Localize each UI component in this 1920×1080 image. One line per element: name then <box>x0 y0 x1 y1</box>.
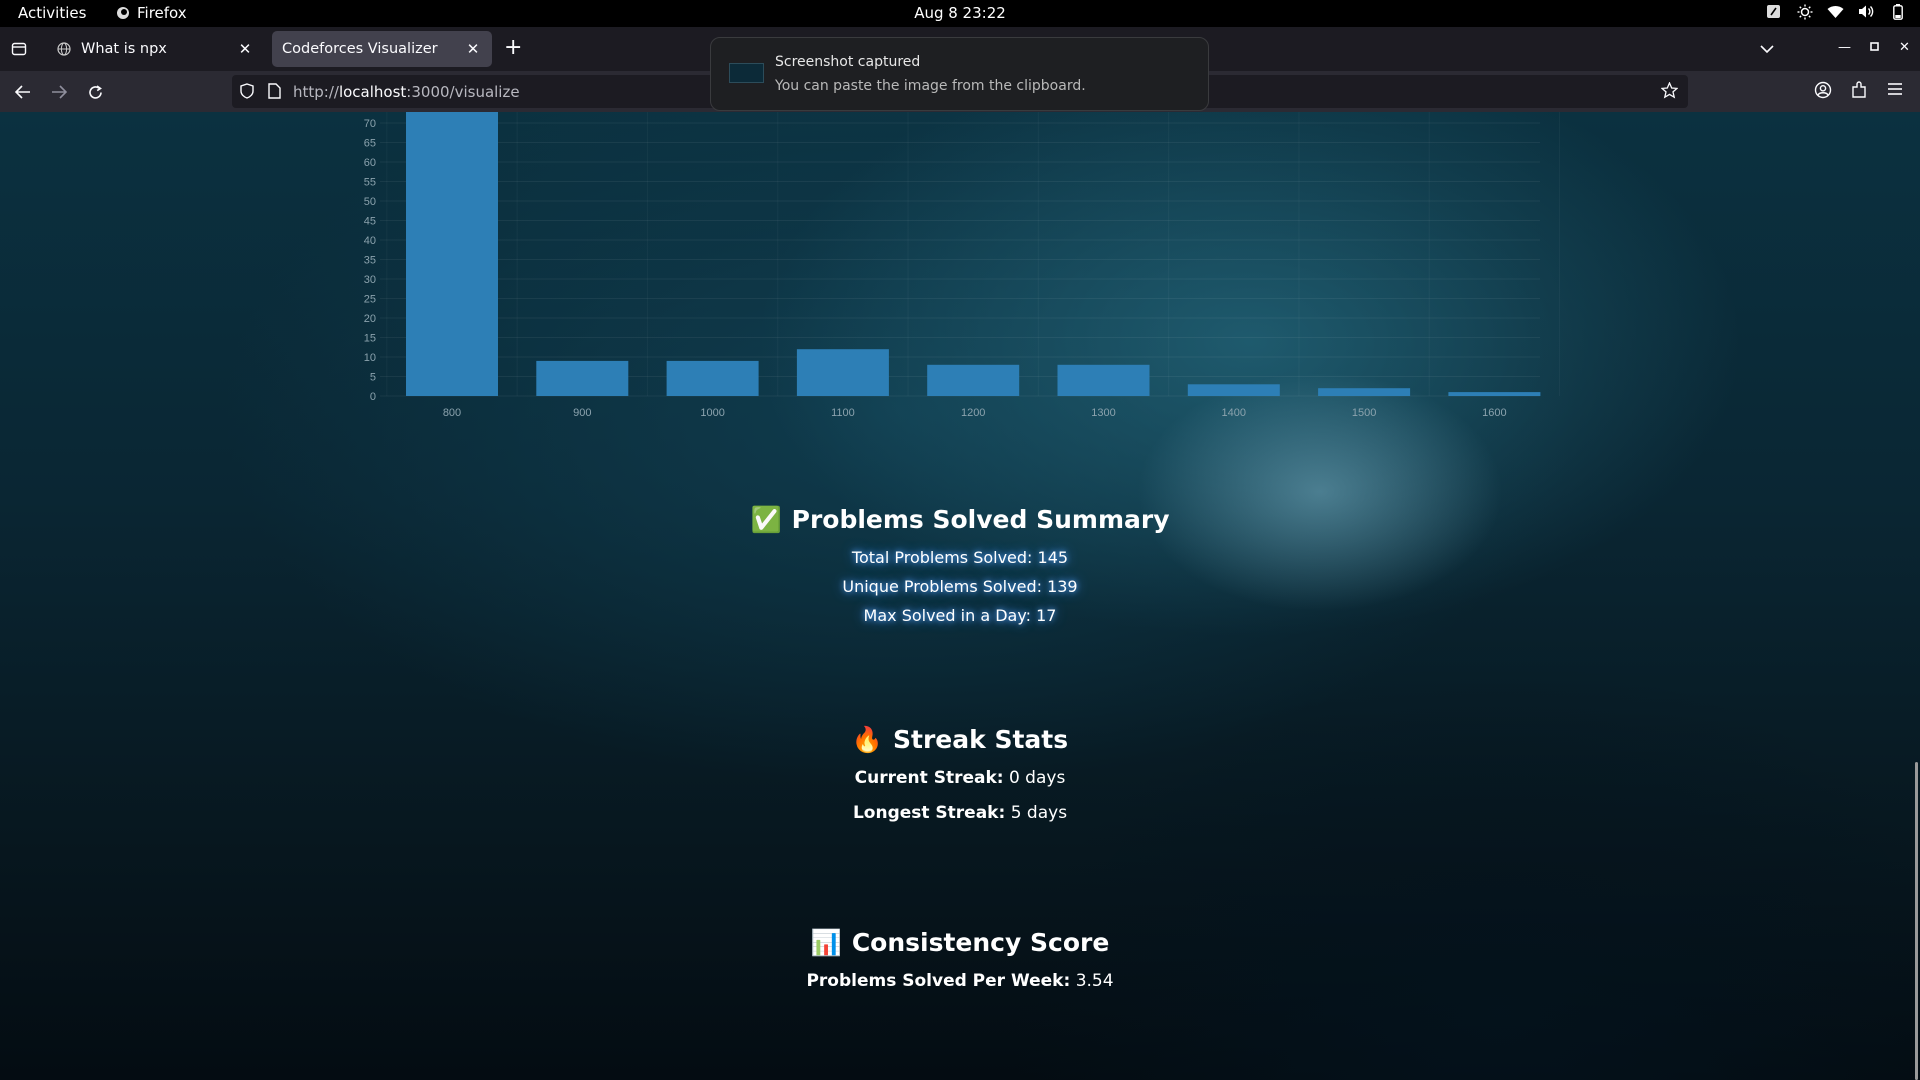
x-tick-label: 800 <box>443 407 461 419</box>
x-tick-label: 1500 <box>1352 407 1376 419</box>
max-solved-in-a-day: Max Solved in a Day: 17 <box>863 606 1057 625</box>
y-tick-label: 10 <box>364 352 376 364</box>
x-tick-label: 1400 <box>1222 407 1246 419</box>
y-tick-label: 45 <box>364 216 376 228</box>
list-all-tabs-icon[interactable] <box>1760 39 1774 58</box>
y-tick-label: 25 <box>364 294 376 306</box>
y-tick-label: 20 <box>364 313 376 325</box>
fire-icon: 🔥 <box>851 725 884 754</box>
volume-icon[interactable] <box>1858 3 1875 20</box>
y-tick-label: 0 <box>370 391 376 403</box>
y-tick-label: 55 <box>364 177 376 189</box>
tab-codeforces-visualizer[interactable]: Codeforces Visualizer ✕ <box>272 31 492 67</box>
summary-section: ✅ Problems Solved Summary Total Problems … <box>0 505 1920 630</box>
page-scrollbar[interactable] <box>1915 762 1918 1080</box>
minimize-icon[interactable]: — <box>1838 40 1851 55</box>
y-tick-label: 65 <box>364 138 376 150</box>
x-tick-label: 1000 <box>700 407 724 419</box>
current-streak: Current Streak: 0 days <box>0 761 1920 796</box>
y-tick-label: 60 <box>364 157 376 169</box>
x-tick-label: 1600 <box>1482 407 1506 419</box>
notification-title: Screenshot captured <box>775 54 921 70</box>
unique-problems-solved: Unique Problems Solved: 139 <box>842 577 1078 596</box>
brightness-icon[interactable] <box>1796 3 1813 20</box>
consistency-section: 📊 Consistency Score Problems Solved Per W… <box>0 928 1920 999</box>
firefox-view-icon[interactable] <box>8 38 30 60</box>
current-streak-value: 0 days <box>1003 768 1066 788</box>
streak-heading: 🔥 Streak Stats <box>0 725 1920 755</box>
back-icon[interactable] <box>12 81 34 103</box>
bar-1000[interactable] <box>666 360 759 396</box>
y-tick-label: 40 <box>364 235 376 247</box>
account-icon[interactable] <box>1814 81 1832 103</box>
menu-hamburger-icon[interactable] <box>1887 81 1903 100</box>
x-tick-label: 900 <box>573 407 591 419</box>
close-tab-icon[interactable]: ✕ <box>236 40 254 58</box>
longest-streak-value: 5 days <box>1005 803 1068 823</box>
url-host: localhost <box>338 83 407 101</box>
tab-what-is-npx[interactable]: What is npx ✕ <box>46 31 264 67</box>
system-top-bar: Activities Firefox Aug 8 23:22 <box>0 0 1920 27</box>
tab-label: What is npx <box>81 41 167 57</box>
y-tick-label: 50 <box>364 196 376 208</box>
y-tick-label: 70 <box>364 118 376 130</box>
screenshot-notification[interactable]: Screenshot captured You can paste the im… <box>710 37 1209 111</box>
forward-icon[interactable] <box>48 81 70 103</box>
close-window-icon[interactable]: ✕ <box>1899 40 1910 55</box>
bookmark-star-icon[interactable] <box>1660 81 1679 103</box>
streak-section: 🔥 Streak Stats Current Streak: 0 days Lon… <box>0 725 1920 831</box>
y-tick-label: 15 <box>364 333 376 345</box>
reload-icon[interactable] <box>84 81 106 103</box>
battery-icon[interactable] <box>1889 3 1906 20</box>
x-tick-label: 1200 <box>961 407 985 419</box>
current-streak-label: Current Streak: <box>854 768 1004 788</box>
page-content: 0 5 10 15 20 25 30 35 40 45 50 55 60 65 70 800 900 1000 11… <box>0 112 1920 1080</box>
consistency-heading: 📊 Consistency Score <box>0 928 1920 958</box>
maximize-icon[interactable] <box>1870 40 1879 55</box>
url-text[interactable]: http://localhost:3000/visualize <box>293 83 520 101</box>
longest-streak-label: Longest Streak: <box>852 803 1006 823</box>
bar-1100[interactable] <box>796 349 889 396</box>
url-path: :3000/visualize <box>406 83 520 101</box>
x-tick-label: 1100 <box>831 407 855 419</box>
bar-1400[interactable] <box>1187 384 1280 396</box>
bar-1200[interactable] <box>927 364 1020 396</box>
new-tab-button[interactable]: + <box>504 37 522 59</box>
problems-per-week: Problems Solved Per Week: 3.54 <box>0 964 1920 999</box>
summary-title: Problems Solved Summary <box>791 505 1170 534</box>
y-tick-label: 5 <box>370 372 376 384</box>
per-week-value: 3.54 <box>1070 971 1114 991</box>
x-tick-label: 1300 <box>1091 407 1115 419</box>
rating-bar-chart: 0 5 10 15 20 25 30 35 40 45 50 55 60 65 70 800 900 1000 11… <box>364 112 1560 419</box>
screenshot-thumbnail <box>729 63 764 83</box>
url-scheme: http:// <box>293 83 339 101</box>
streak-title: Streak Stats <box>893 725 1069 754</box>
clock[interactable]: Aug 8 23:22 <box>0 4 1920 22</box>
total-problems-solved: Total Problems Solved: 145 <box>851 548 1069 567</box>
extensions-icon[interactable] <box>1851 81 1867 103</box>
consistency-title: Consistency Score <box>851 928 1110 957</box>
bar-800[interactable] <box>406 112 498 397</box>
page-info-icon[interactable] <box>268 83 281 103</box>
bar-1600[interactable] <box>1448 392 1541 396</box>
tracking-protection-shield-icon[interactable] <box>240 83 254 103</box>
check-mark-icon: ✅ <box>750 505 782 534</box>
bar-1500[interactable] <box>1318 388 1411 396</box>
bar-chart-icon: 📊 <box>810 928 842 957</box>
bar-1300[interactable] <box>1057 364 1150 396</box>
longest-streak: Longest Streak: 5 days <box>0 796 1920 831</box>
y-tick-label: 35 <box>364 255 376 267</box>
summary-heading: ✅ Problems Solved Summary <box>0 505 1920 535</box>
notification-body: You can paste the image from the clipboa… <box>775 78 1086 94</box>
globe-icon <box>56 41 72 57</box>
bar-900[interactable] <box>536 360 629 396</box>
close-tab-icon[interactable]: ✕ <box>464 40 482 58</box>
tab-label: Codeforces Visualizer <box>282 41 438 57</box>
wifi-icon[interactable] <box>1827 3 1844 20</box>
screenshot-indicator-icon[interactable] <box>1765 3 1782 20</box>
per-week-label: Problems Solved Per Week: <box>806 971 1071 991</box>
y-tick-label: 30 <box>364 274 376 286</box>
